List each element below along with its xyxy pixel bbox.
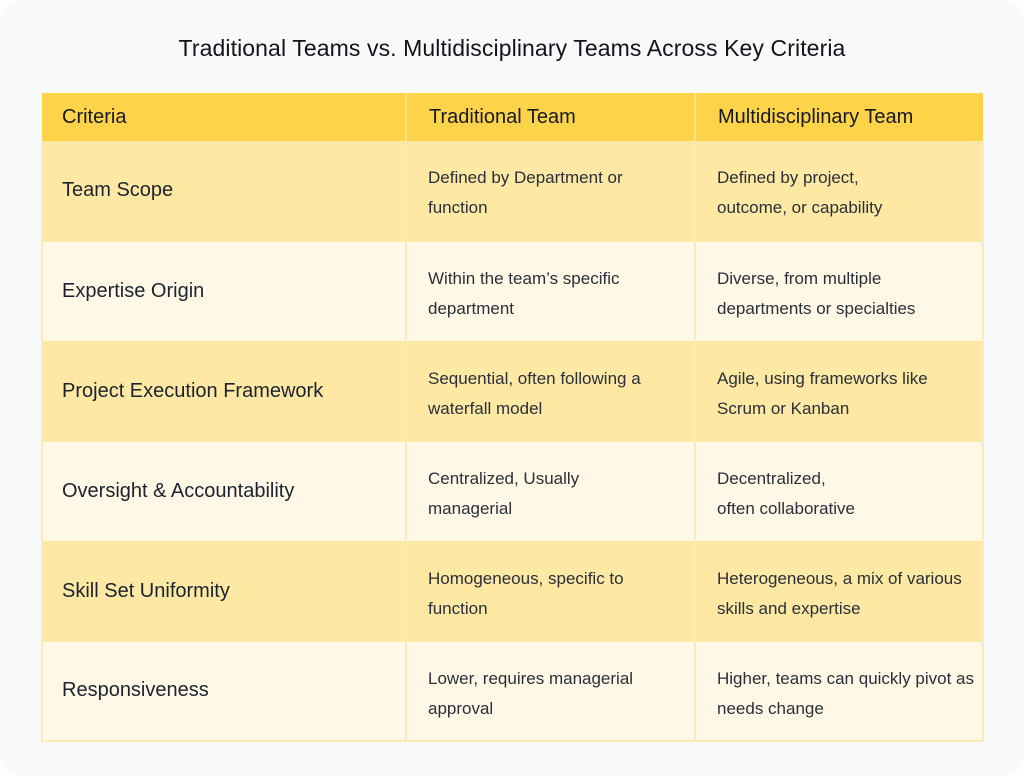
multidisciplinary-cell: Diverse, from multiple departments or sp…	[695, 241, 984, 342]
multidisciplinary-cell: Decentralized, often collaborative	[695, 441, 984, 542]
criteria-cell: Project Execution Framework	[41, 341, 407, 442]
header-criteria: Criteria	[42, 93, 407, 141]
multidisciplinary-cell: Heterogeneous, a mix of various skills a…	[695, 541, 984, 642]
table-row: Team Scope Defined by Department or func…	[41, 141, 984, 242]
traditional-cell: Homogeneous, specific to function	[406, 541, 696, 642]
traditional-cell: Defined by Department or function	[406, 141, 696, 242]
traditional-cell: Centralized, Usually managerial	[406, 441, 696, 542]
header-multidisciplinary-team: Multidisciplinary Team	[695, 93, 983, 141]
table-row: Skill Set Uniformity Homogeneous, specif…	[41, 541, 984, 642]
criteria-cell: Expertise Origin	[41, 241, 407, 342]
table-row: Project Execution Framework Sequential, …	[41, 341, 984, 442]
traditional-cell: Within the team’s specific department	[406, 241, 696, 342]
table-row: Expertise Origin Within the team’s speci…	[41, 241, 984, 342]
table-row: Responsiveness Lower, requires manageria…	[41, 641, 984, 742]
criteria-cell: Responsiveness	[41, 641, 407, 742]
multidisciplinary-cell: Higher, teams can quickly pivot as needs…	[695, 641, 984, 742]
multidisciplinary-cell: Defined by project, outcome, or capabili…	[695, 141, 984, 242]
criteria-cell: Team Scope	[41, 141, 407, 242]
criteria-cell: Skill Set Uniformity	[41, 541, 407, 642]
page-title: Traditional Teams vs. Multidisciplinary …	[178, 35, 846, 61]
criteria-cell: Oversight & Accountability	[41, 441, 407, 542]
table-header-row: Criteria Traditional Team Multidisciplin…	[42, 93, 983, 141]
traditional-cell: Lower, requires managerial approval	[406, 641, 696, 742]
comparison-table: Criteria Traditional Team Multidisciplin…	[41, 93, 984, 742]
multidisciplinary-cell: Agile, using frameworks like Scrum or Ka…	[695, 341, 984, 442]
traditional-cell: Sequential, often following a waterfall …	[406, 341, 696, 442]
table-row: Oversight & Accountability Centralized, …	[41, 441, 984, 542]
header-traditional-team: Traditional Team	[406, 93, 696, 141]
page-card: Traditional Teams vs. Multidisciplinary …	[0, 0, 1024, 776]
